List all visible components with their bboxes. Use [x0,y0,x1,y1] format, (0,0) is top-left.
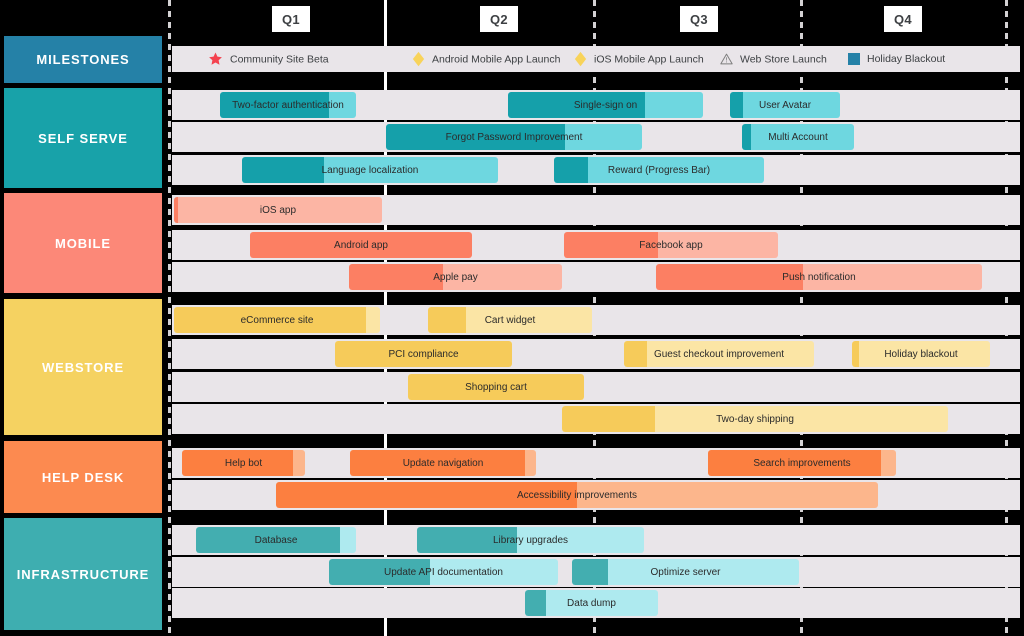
milestone-community-site-beta[interactable]: Community Site Beta [208,52,329,67]
task-bar-optimize-server[interactable]: Optimize server [572,559,799,585]
quarter-header-q4[interactable]: Q4 [884,6,922,32]
task-bar-progress [174,197,179,223]
warning-icon [720,53,733,66]
task-bar-data-dump[interactable]: Data dump [525,590,658,616]
quarter-header-q1[interactable]: Q1 [272,6,310,32]
task-bar-progress [852,341,859,367]
task-bar-database[interactable]: Database [196,527,356,553]
task-bar-label: Help bot [224,457,263,469]
task-bar-progress [562,406,655,432]
task-bar-update-api-documentation[interactable]: Update API documentation [329,559,558,585]
task-bar-progress [428,307,466,333]
task-bar-label: Library upgrades [492,534,569,546]
task-bar-user-avatar[interactable]: User Avatar [730,92,840,118]
star-icon [208,52,223,67]
diamond-icon [412,51,425,67]
task-bar-label: Guest checkout improvement [653,348,785,360]
quarter-divider-0 [168,0,171,636]
task-bar-forgot-password-improvement[interactable]: Forgot Password Improvement [386,124,642,150]
milestone-web-store-launch[interactable]: Web Store Launch [720,53,827,66]
quarter-header-q2[interactable]: Q2 [480,6,518,32]
swimlane-infrastructure[interactable]: INFRASTRUCTURE [4,518,162,630]
task-bar-label: Forgot Password Improvement [445,131,583,143]
square-icon [848,53,860,65]
task-bar-label: eCommerce site [240,314,314,326]
swimlane-milestones[interactable]: MILESTONES [4,36,162,83]
task-bar-progress [525,590,547,616]
task-bar-progress [730,92,744,118]
task-bar-ios-app[interactable]: iOS app [174,197,382,223]
task-bar-two-day-shipping[interactable]: Two-day shipping [562,406,948,432]
milestones-row: Community Site Beta Android Mobile App La… [172,46,1020,72]
swimlane-self-serve[interactable]: SELF SERVE [4,88,162,188]
task-bar-holiday-blackout[interactable]: Holiday blackout [852,341,990,367]
milestone-label: Community Site Beta [230,53,329,65]
milestone-label: Holiday Blackout [867,53,946,65]
task-bar-ecommerce-site[interactable]: eCommerce site [174,307,380,333]
task-bar-shopping-cart[interactable]: Shopping cart [408,374,584,400]
task-bar-apple-pay[interactable]: Apple pay [349,264,562,290]
task-bar-label: PCI compliance [388,348,459,360]
task-bar-reward-progress-bar[interactable]: Reward (Progress Bar) [554,157,764,183]
task-bar-label: Accessibility improvements [516,489,638,501]
task-bar-label: Android app [334,239,388,251]
milestone-ios-mobile-app-launch[interactable]: iOS Mobile App Launch [574,51,704,67]
milestone-label: Android Mobile App Launch [432,53,561,65]
task-bar-label: Search improvements [753,457,851,469]
task-bar-label: Shopping cart [465,381,527,393]
milestone-android-mobile-app-launch[interactable]: Android Mobile App Launch [412,51,561,67]
swimlane-mobile[interactable]: MOBILE [4,193,162,293]
task-bar-facebook-app[interactable]: Facebook app [564,232,778,258]
task-bar-progress [242,157,324,183]
swimlane-help-desk[interactable]: HELP DESK [4,441,162,513]
task-bar-label: Two-day shipping [716,413,794,425]
task-bar-progress [554,157,588,183]
task-bar-label: Update API documentation [384,566,503,578]
task-bar-label: Single-sign on [573,99,638,111]
task-bar-label: User Avatar [758,99,812,111]
task-bar-progress [572,559,609,585]
roadmap-canvas: MILESTONES SELF SERVE MOBILE WEBSTORE HELP D… [0,0,1024,636]
task-bar-accessibility-improvements[interactable]: Accessibility improvements [276,482,878,508]
task-bar-cart-widget[interactable]: Cart widget [428,307,592,333]
quarter-header-q3[interactable]: Q3 [680,6,718,32]
task-bar-label: Cart widget [484,314,536,326]
task-bar-push-notification[interactable]: Push notification [656,264,982,290]
task-row [172,372,1020,402]
task-bar-label: iOS app [259,204,297,216]
milestone-label: Web Store Launch [740,53,827,65]
task-bar-label: Language localization [321,164,419,176]
task-bar-language-localization[interactable]: Language localization [242,157,498,183]
task-bar-two-factor-authentication[interactable]: Two-factor authentication [220,92,356,118]
task-bar-label: Reward (Progress Bar) [607,164,711,176]
task-bar-label: Two-factor authentication [232,99,344,111]
task-bar-android-app[interactable]: Android app [250,232,472,258]
task-bar-progress [624,341,647,367]
task-bar-label: Database [254,534,298,546]
task-bar-help-bot[interactable]: Help bot [182,450,305,476]
milestone-label: iOS Mobile App Launch [594,53,704,65]
task-bar-label: Multi Account [768,131,828,143]
task-bar-label: Data dump [567,597,616,609]
task-bar-library-upgrades[interactable]: Library upgrades [417,527,644,553]
milestone-holiday-blackout[interactable]: Holiday Blackout [848,53,945,65]
square-icon [848,53,860,65]
swimlane-webstore[interactable]: WEBSTORE [4,299,162,435]
task-bar-label: Optimize server [650,566,721,578]
task-bar-label: Holiday blackout [884,348,958,360]
task-bar-multi-account[interactable]: Multi Account [742,124,854,150]
task-bar-label: Facebook app [639,239,703,251]
task-bar-guest-checkout-improvement[interactable]: Guest checkout improvement [624,341,814,367]
task-bar-search-improvements[interactable]: Search improvements [708,450,896,476]
task-bar-label: Apple pay [433,271,478,283]
task-bar-pci-compliance[interactable]: PCI compliance [335,341,512,367]
diamond-icon [574,51,587,67]
task-bar-update-navigation[interactable]: Update navigation [350,450,536,476]
timeline-area: Q1 Q2 Q3 Q4 Community Site Beta Android Mobi… [168,0,1024,636]
task-bar-progress [742,124,751,150]
task-bar-single-sign-on[interactable]: Single-sign on [508,92,703,118]
task-bar-label: Push notification [782,271,856,283]
task-bar-label: Update navigation [402,457,484,469]
